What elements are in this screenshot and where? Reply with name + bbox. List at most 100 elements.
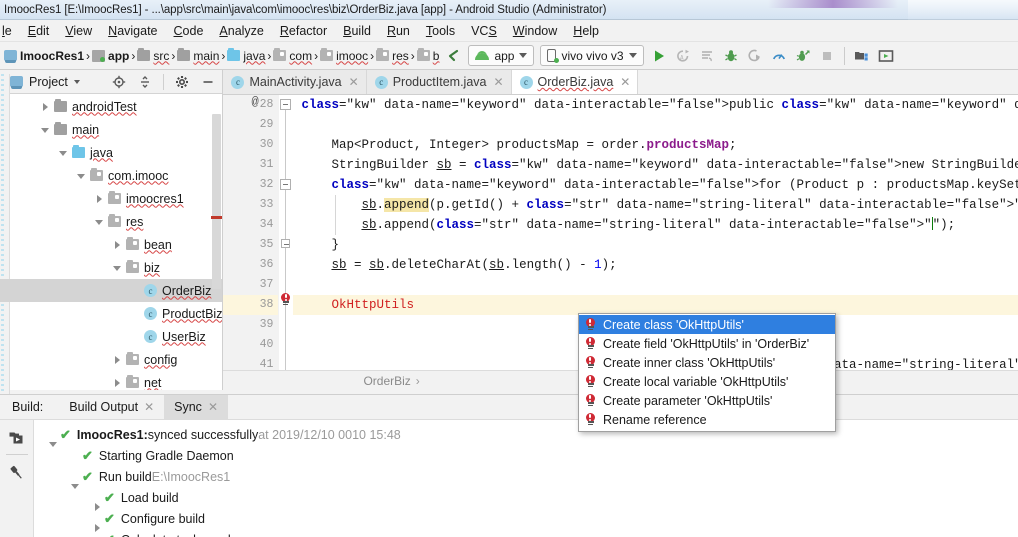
close-icon[interactable]: ✕ — [208, 400, 218, 414]
editor-tab-ProductItem-java[interactable]: c ProductItem.java ✕ — [366, 70, 512, 94]
project-tree[interactable]: androidTest main java com.imooc imoocres1 res… — [0, 94, 223, 390]
menu-item-vcs[interactable]: VCS — [463, 22, 505, 40]
popup-item[interactable]: Create local variable 'OkHttpUtils' — [579, 372, 835, 391]
breadcrumb-imooc[interactable]: imooc — [318, 48, 370, 63]
fold-marker[interactable] — [280, 179, 292, 190]
build-row[interactable]: ✔ Load build — [34, 487, 1018, 511]
close-icon[interactable]: ✕ — [618, 75, 630, 89]
chevron-right-icon[interactable] — [94, 193, 106, 205]
chevron-right-icon[interactable] — [40, 101, 52, 113]
run-icon[interactable] — [647, 44, 671, 68]
chevron-down-icon[interactable] — [73, 79, 80, 84]
build-tab-build-output[interactable]: Build Output ✕ — [59, 395, 164, 420]
breadcrumb-b[interactable]: b — [415, 48, 442, 63]
code-line[interactable]: sb = sb.deleteCharAt(sb.length() - 1); — [293, 255, 1018, 275]
code-line[interactable]: class="kw" data-name="keyword" data-inte… — [293, 95, 1018, 115]
fold-marker[interactable] — [280, 99, 292, 110]
tree-item-main[interactable]: main — [0, 118, 222, 141]
breadcrumb-res[interactable]: res — [374, 48, 411, 63]
tree-item-ProductBiz[interactable]: c ProductBiz — [0, 302, 222, 325]
fold-marker[interactable] — [281, 239, 291, 248]
menu-item-navigate[interactable]: Navigate — [100, 22, 165, 40]
build-row[interactable]: ✔ Starting Gradle Daemon — [34, 445, 1018, 466]
menu-item-analyze[interactable]: Analyze — [211, 22, 271, 40]
code-line[interactable]: } — [293, 235, 1018, 255]
code-line[interactable]: sb.append(class="str" data-name="string-… — [293, 215, 1018, 235]
menu-item-edit[interactable]: Edit — [20, 22, 58, 40]
build-row[interactable]: ✔ Run build E:\ImoocRes1 — [34, 466, 1018, 489]
intention-actions-popup[interactable]: Create class 'OkHttpUtils' Create field '… — [578, 313, 836, 432]
build-row[interactable]: ✔ ImoocRes1: synced successfully at 2019/… — [34, 424, 1018, 447]
avd-manager-icon[interactable] — [874, 44, 898, 68]
code-line[interactable] — [293, 275, 1018, 295]
locate-icon[interactable] — [109, 72, 129, 92]
fold-column[interactable] — [279, 95, 294, 370]
tree-item-biz[interactable]: biz — [0, 256, 222, 279]
close-icon[interactable]: ✕ — [144, 400, 154, 414]
code-line[interactable] — [293, 115, 1018, 135]
menu-item-tools[interactable]: Tools — [418, 22, 463, 40]
collapse-all-icon[interactable] — [135, 72, 155, 92]
make-project-icon[interactable] — [441, 44, 465, 68]
sdk-manager-icon[interactable] — [850, 44, 874, 68]
build-tab-sync[interactable]: Sync ✕ — [164, 394, 228, 420]
build-row[interactable]: ✔ Configure build — [34, 508, 1018, 532]
pin-icon[interactable] — [6, 461, 28, 483]
chevron-right-icon[interactable] — [112, 239, 124, 251]
tree-item-res[interactable]: res — [0, 210, 222, 233]
menu-item-window[interactable]: Window — [505, 22, 565, 40]
chevron-down-icon[interactable] — [112, 262, 124, 274]
editor-tab-OrderBiz-java[interactable]: c OrderBiz.java ✕ — [511, 70, 639, 94]
profiler-icon[interactable] — [767, 44, 791, 68]
chevron-down-icon[interactable] — [58, 147, 70, 159]
tree-item-bean[interactable]: bean — [0, 233, 222, 256]
build-row[interactable]: ✔ Calculate task graph — [34, 529, 1018, 537]
code-line[interactable]: OkHttpUtils — [293, 295, 1018, 315]
code-line[interactable]: StringBuilder sb = class="kw" data-name=… — [293, 155, 1018, 175]
menu-item-view[interactable]: View — [57, 22, 100, 40]
hide-icon[interactable] — [198, 72, 218, 92]
menu-item-build[interactable]: Build — [335, 22, 379, 40]
error-bulb-icon[interactable] — [280, 293, 292, 308]
project-tree-scrollbar[interactable] — [212, 114, 222, 289]
tree-item-imoocres1[interactable]: imoocres1 — [0, 187, 222, 210]
chevron-right-icon[interactable] — [112, 377, 124, 389]
menu-item-code[interactable]: Code — [166, 22, 212, 40]
tree-item-androidTest[interactable]: androidTest — [0, 95, 222, 118]
breadcrumb-class[interactable]: OrderBiz — [363, 374, 410, 388]
editor-gutter[interactable]: @ 28 29 30 31 32 33 34 35 36 37 38 39 40 41 — [223, 95, 280, 370]
code-line[interactable]: Map<Product, Integer> productsMap = orde… — [293, 135, 1018, 155]
popup-item[interactable]: Create class 'OkHttpUtils' — [579, 315, 835, 334]
close-icon[interactable]: ✕ — [347, 75, 359, 89]
code-line[interactable]: sb.append(p.getId() + class="str" data-n… — [293, 195, 1018, 215]
attach-debugger-icon[interactable] — [743, 44, 767, 68]
menu-item-help[interactable]: Help — [565, 22, 607, 40]
popup-item[interactable]: Create field 'OkHttpUtils' in 'OrderBiz' — [579, 334, 835, 353]
build-output-tree[interactable]: ✔ ImoocRes1: synced successfully at 2019/… — [34, 420, 1018, 537]
run-coverage-icon[interactable] — [791, 44, 815, 68]
tree-item-config[interactable]: config — [0, 348, 222, 371]
tree-item-com-imooc[interactable]: com.imooc — [0, 164, 222, 187]
code-line[interactable]: class="kw" data-name="keyword" data-inte… — [293, 175, 1018, 195]
chevron-right-icon[interactable] — [112, 354, 124, 366]
chevron-down-icon[interactable] — [76, 170, 88, 182]
breadcrumb-app[interactable]: app — [90, 49, 131, 63]
run-configuration-selector[interactable]: app — [468, 45, 535, 66]
apply-changes-icon[interactable]: A — [671, 44, 695, 68]
device-selector[interactable]: vivo vivo v3 — [540, 45, 644, 66]
popup-item[interactable]: Rename reference — [579, 410, 835, 429]
rerun-icon[interactable] — [6, 426, 28, 448]
editor-tab-MainActivity-java[interactable]: c MainActivity.java ✕ — [223, 70, 367, 94]
settings-icon[interactable] — [172, 72, 192, 92]
menu-item-run[interactable]: Run — [379, 22, 418, 40]
close-icon[interactable]: ✕ — [491, 75, 503, 89]
breadcrumb-com[interactable]: com — [271, 48, 314, 63]
debug-icon[interactable] — [719, 44, 743, 68]
chevron-down-icon[interactable] — [40, 124, 52, 136]
tree-item-OrderBiz[interactable]: c OrderBiz — [0, 279, 223, 302]
apply-code-changes-icon[interactable] — [695, 44, 719, 68]
chevron-down-icon[interactable] — [94, 216, 106, 228]
breadcrumb-main[interactable]: main — [175, 48, 221, 63]
menu-item-le[interactable]: le — [0, 22, 20, 40]
breadcrumb-src[interactable]: src — [135, 48, 171, 63]
